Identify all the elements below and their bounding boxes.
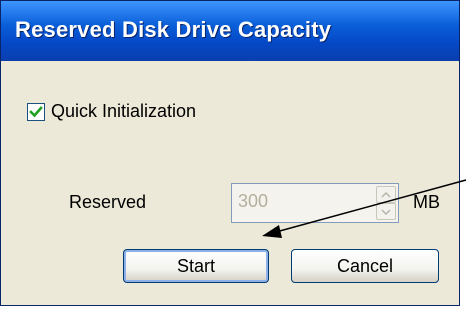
- spinner-buttons: [376, 186, 396, 220]
- spin-up-button[interactable]: [376, 186, 396, 203]
- cancel-button[interactable]: Cancel: [291, 249, 439, 283]
- quick-initialization-label[interactable]: Quick Initialization: [51, 101, 196, 122]
- start-button[interactable]: Start: [123, 249, 269, 283]
- dialog-body: Quick Initialization Reserved 300 MB Sta…: [5, 61, 455, 301]
- check-icon: [29, 105, 43, 117]
- spin-down-button[interactable]: [376, 203, 396, 220]
- reserved-capacity-value[interactable]: 300: [238, 191, 268, 212]
- unit-label: MB: [413, 192, 440, 212]
- chevron-down-icon: [381, 208, 391, 215]
- reserved-label: Reserved: [69, 192, 147, 212]
- title-bar[interactable]: Reserved Disk Drive Capacity: [1, 1, 459, 61]
- quick-initialization-option[interactable]: Quick Initialization: [27, 101, 196, 122]
- window-title: Reserved Disk Drive Capacity: [15, 17, 332, 42]
- reserved-capacity-spinner[interactable]: 300: [231, 183, 399, 223]
- quick-initialization-checkbox[interactable]: [27, 102, 45, 121]
- chevron-up-icon: [381, 191, 391, 198]
- dialog-window: Reserved Disk Drive Capacity Quick Initi…: [0, 0, 460, 306]
